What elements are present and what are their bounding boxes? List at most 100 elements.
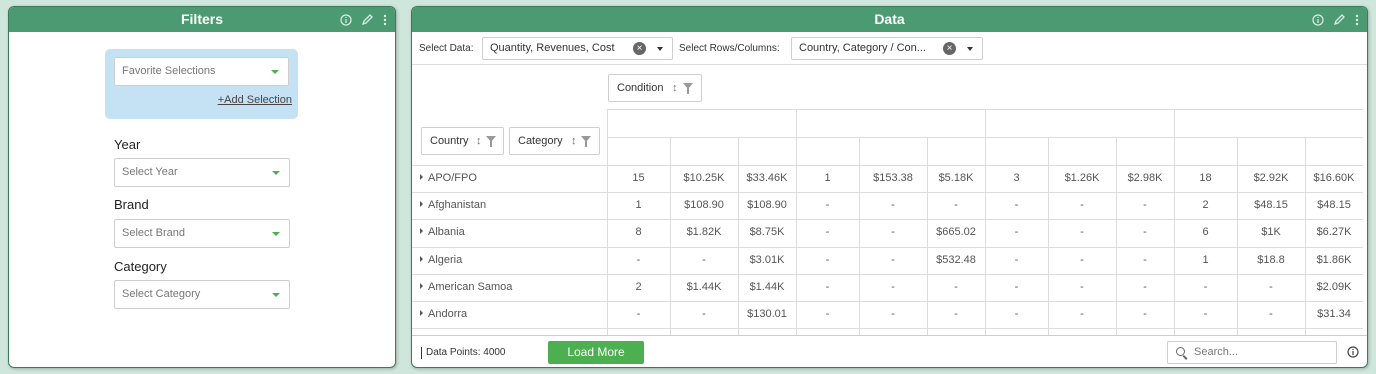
info-icon[interactable] (1347, 346, 1359, 361)
chevron-down-icon (272, 232, 280, 236)
table-cell: $532.48 (936, 253, 976, 266)
expand-icon[interactable] (420, 310, 423, 316)
table-cell: - (954, 280, 958, 293)
table-cell: - (1143, 226, 1147, 239)
table-cell: $1.44K (749, 280, 785, 293)
select-data-label: Select Data: (419, 43, 474, 54)
sort-icon[interactable]: ↕ (571, 128, 577, 154)
load-more-button[interactable]: Load More (548, 341, 644, 364)
table-cell: - (891, 253, 895, 266)
search-input[interactable]: Search... (1167, 341, 1337, 364)
table-cell: $1.44K (686, 280, 722, 293)
table-cell: $48.15 (1317, 199, 1351, 212)
table-cell: - (825, 253, 830, 266)
grid-hline (412, 328, 1363, 330)
category-dropdown[interactable]: Select Category (114, 280, 290, 309)
grid-vline (1174, 109, 1175, 335)
expand-icon[interactable] (420, 228, 423, 235)
select-rows-dropdown[interactable]: Country, Category / Con... × (791, 37, 983, 60)
country-chip-label: Country (430, 135, 469, 147)
filter-icon[interactable] (581, 136, 591, 147)
table-cell: - (891, 308, 895, 320)
more-options-icon[interactable] (1355, 14, 1359, 26)
table-cell: $1.82K (686, 226, 722, 239)
add-selection-link[interactable]: +Add Selection (218, 94, 292, 106)
table-cell: - (702, 308, 706, 320)
condition-chip[interactable]: Condition ↕ (608, 74, 702, 102)
table-cell: - (1269, 308, 1273, 320)
table-cell: - (825, 226, 830, 239)
table-cell: - (891, 226, 895, 239)
table-cell: - (1203, 280, 1208, 293)
caret-down-icon (657, 47, 663, 51)
row-header[interactable]: Albania (420, 226, 465, 238)
grid-hline (412, 219, 1363, 221)
data-header: Data (412, 7, 1367, 32)
table-cell: 1 (1202, 253, 1209, 266)
grid-hline (412, 301, 1363, 302)
clear-icon[interactable]: × (633, 42, 646, 55)
sort-icon[interactable]: ↕ (672, 75, 678, 101)
edit-icon[interactable] (1333, 13, 1346, 26)
expand-icon[interactable] (420, 255, 423, 262)
edit-icon[interactable] (361, 13, 374, 26)
row-label: Andorra (428, 308, 468, 320)
table-cell: - (636, 308, 641, 320)
table-cell: 3 (1013, 172, 1020, 184)
info-icon[interactable] (340, 13, 352, 26)
table-cell: - (1014, 308, 1019, 320)
row-header[interactable]: Afghanistan (420, 199, 486, 211)
row-header[interactable]: Andorra (420, 308, 467, 320)
year-dropdown[interactable]: Select Year (114, 158, 290, 187)
table-cell: 1 (635, 199, 642, 212)
expand-icon[interactable] (420, 174, 423, 180)
table-cell: 15 (632, 172, 645, 184)
clear-icon[interactable]: × (943, 42, 956, 55)
table-cell: - (702, 253, 706, 266)
table-cell: - (954, 199, 958, 212)
table-cell: - (891, 280, 895, 293)
row-header[interactable]: American Samoa (420, 281, 512, 293)
table-cell: - (1080, 280, 1084, 293)
table-cell: 6 (1202, 226, 1209, 239)
grid-hline (412, 246, 1363, 248)
expand-icon[interactable] (420, 201, 423, 208)
table-cell: 2 (635, 280, 642, 293)
condition-chip-label: Condition (617, 82, 664, 94)
table-cell: $5.18K (938, 172, 974, 184)
grid-hline (412, 165, 1363, 166)
table-cell: - (1203, 308, 1208, 320)
select-data-dropdown[interactable]: Quantity, Revenues, Cost × (482, 37, 673, 60)
year-label: Year (114, 137, 141, 152)
table-cell: - (1080, 308, 1084, 320)
table-cell: - (825, 280, 830, 293)
row-header[interactable]: APO/FPO (420, 172, 477, 184)
data-points-count: Data Points: 4000 (421, 347, 506, 359)
row-header[interactable]: Algeria (420, 254, 462, 266)
expand-icon[interactable] (420, 282, 423, 289)
table-cell: - (891, 199, 895, 212)
table-cell: $2.92K (1253, 172, 1289, 184)
select-rows-label: Select Rows/Columns: (679, 43, 780, 54)
search-icon (1176, 347, 1185, 356)
chevron-down-icon (272, 293, 280, 297)
table-cell: - (1014, 253, 1019, 266)
brand-dropdown[interactable]: Select Brand (114, 219, 290, 248)
info-icon[interactable] (1312, 13, 1324, 26)
more-options-icon[interactable] (383, 14, 387, 26)
category-chip[interactable]: Category ↕ (509, 127, 600, 155)
country-chip[interactable]: Country ↕ (421, 127, 504, 155)
table-cell: - (825, 199, 830, 212)
sort-icon[interactable]: ↕ (476, 128, 482, 154)
grid-vline (796, 109, 797, 335)
filter-icon[interactable] (486, 136, 496, 147)
table-cell: - (1143, 308, 1147, 320)
favorite-selections-dropdown[interactable]: Favorite Selections (114, 57, 289, 86)
table-cell: $48.15 (1254, 199, 1288, 212)
filter-icon[interactable] (683, 83, 693, 94)
table-cell: - (636, 253, 641, 266)
row-label: American Samoa (428, 280, 513, 293)
grid-vline (985, 109, 986, 335)
table-cell: $10.25K (683, 172, 725, 184)
table-cell: $1.26K (1064, 172, 1100, 184)
